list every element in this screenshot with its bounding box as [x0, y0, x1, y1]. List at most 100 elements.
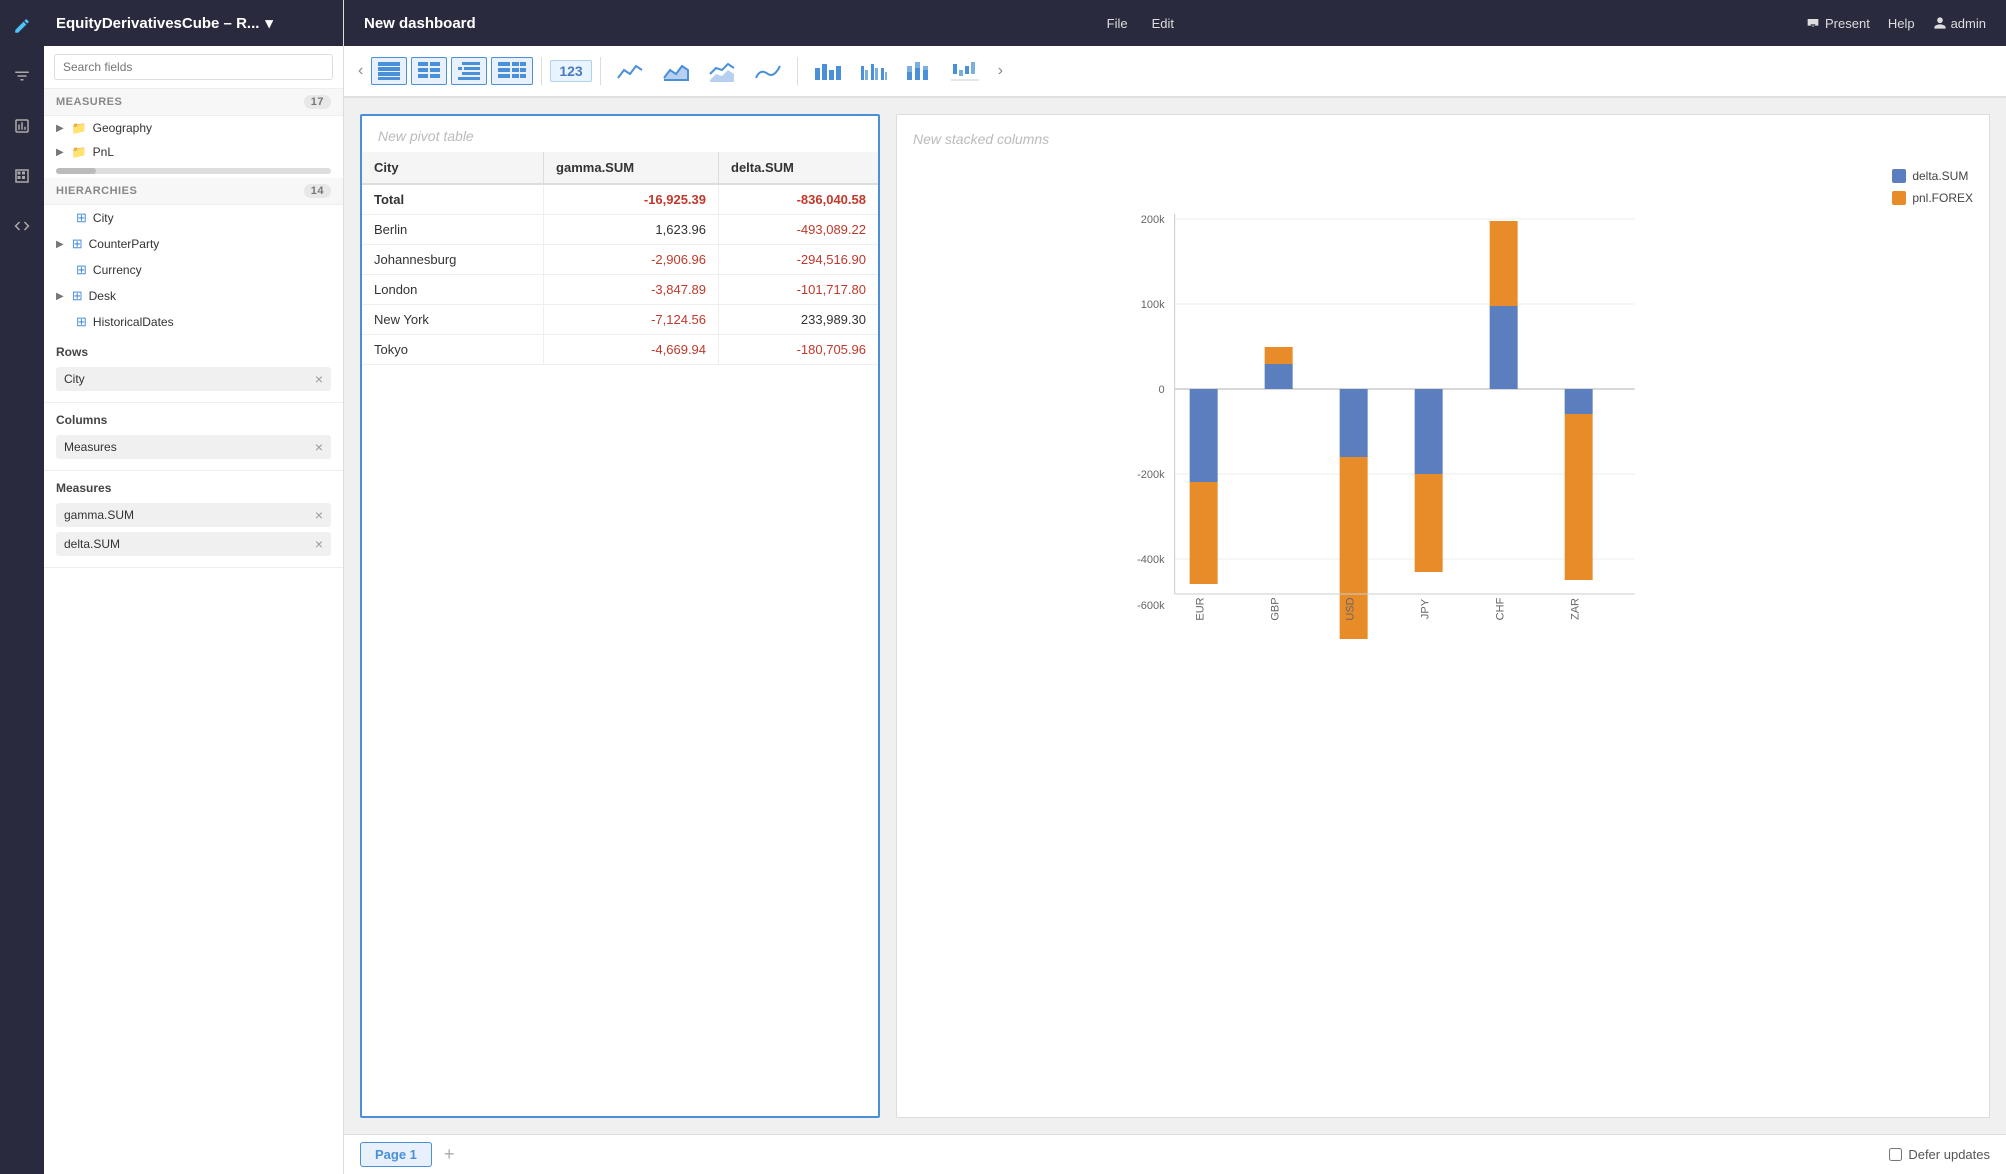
counterparty-label: CounterParty: [89, 237, 160, 251]
measures-chips-title: Measures: [56, 481, 331, 495]
legend-dot-delta: [1892, 169, 1906, 183]
area-chart-button[interactable]: [655, 55, 697, 87]
sidebar-item-historical[interactable]: ⊞ HistoricalDates: [44, 309, 343, 335]
pnl-label: PnL: [93, 145, 114, 159]
remove-delta-button[interactable]: ×: [315, 537, 323, 551]
table-row: London -3,847.89 -101,717.80: [362, 275, 878, 305]
waterfall-chart-button[interactable]: [944, 55, 986, 87]
chevron-down-icon: ▾: [265, 14, 273, 32]
hierarchy-icon: ⊞: [76, 262, 87, 278]
filter-icon[interactable]: [6, 60, 38, 92]
legend-item-delta: delta.SUM: [1892, 169, 1973, 183]
hierarchy-icon: ⊞: [72, 236, 83, 252]
hierarchies-section-header: HIERARCHIES 14: [44, 178, 343, 205]
cell-city: New York: [362, 305, 544, 335]
file-menu[interactable]: File: [1107, 16, 1128, 31]
icon-sidebar: [0, 0, 44, 1174]
present-button[interactable]: Present: [1805, 15, 1870, 31]
hierarchy-icon: ⊞: [76, 314, 87, 330]
svg-text:EUR: EUR: [1195, 597, 1207, 620]
add-page-button[interactable]: +: [436, 1142, 463, 1167]
expand-icon: ▶: [56, 123, 64, 134]
flat-table-button[interactable]: [371, 57, 407, 85]
remove-measures-col-button[interactable]: ×: [315, 440, 323, 454]
toolbar-nav-right[interactable]: ›: [994, 58, 1007, 84]
col-gamma: gamma.SUM: [544, 152, 719, 184]
columns-title: Columns: [56, 413, 331, 427]
chart-svg-area: 200k 100k 0 -200k -400k -600k EUR: [913, 159, 1876, 639]
smooth-line-button[interactable]: [747, 55, 789, 87]
svg-text:GBP: GBP: [1270, 597, 1282, 620]
cell-gamma: 1,623.96: [544, 215, 719, 245]
rows-title: Rows: [56, 345, 331, 359]
remove-gamma-button[interactable]: ×: [315, 508, 323, 522]
grouped-bar-button[interactable]: [852, 55, 894, 87]
page-1-tab[interactable]: Page 1: [360, 1142, 432, 1167]
delta-sum-chip: delta.SUM ×: [56, 532, 331, 556]
number-icon[interactable]: 123: [550, 60, 591, 82]
hierarchies-count: 14: [304, 184, 331, 198]
edit-menu[interactable]: Edit: [1152, 16, 1174, 31]
bar-chart-button[interactable]: [806, 55, 848, 87]
city-label: City: [93, 211, 114, 225]
stacked-bar-button[interactable]: [898, 55, 940, 87]
cell-gamma: -16,925.39: [544, 184, 719, 215]
columns-section: Columns Measures ×: [44, 403, 343, 471]
chart-legend: delta.SUM pnl.FOREX: [1892, 159, 1973, 205]
line-chart-button[interactable]: [609, 55, 651, 87]
sidebar-item-currency[interactable]: ⊞ Currency: [44, 257, 343, 283]
cell-gamma: -4,669.94: [544, 335, 719, 365]
pivot-table-button[interactable]: [491, 57, 533, 85]
expand-icon: ▶: [56, 291, 64, 302]
help-button[interactable]: Help: [1888, 16, 1915, 31]
stacked-area-button[interactable]: [701, 55, 743, 87]
cube-selector[interactable]: EquityDerivativesCube – R... ▾: [56, 14, 273, 32]
panel-header: EquityDerivativesCube – R... ▾: [44, 0, 343, 46]
legend-dot-forex: [1892, 191, 1906, 205]
toolbar-nav-left[interactable]: ‹: [354, 58, 367, 84]
sidebar-item-counterparty[interactable]: ▶ ⊞ CounterParty: [44, 231, 343, 257]
historical-label: HistoricalDates: [93, 315, 174, 329]
scrollbar-thumb[interactable]: [56, 168, 96, 174]
pencil-icon[interactable]: [6, 10, 38, 42]
table-row: New York -7,124.56 233,989.30: [362, 305, 878, 335]
measures-section-header: MEASURES 17: [44, 89, 343, 116]
admin-button[interactable]: admin: [1933, 16, 1986, 31]
search-input[interactable]: [54, 54, 333, 80]
svg-text:USD: USD: [1345, 597, 1357, 620]
legend-item-forex: pnl.FOREX: [1892, 191, 1973, 205]
svg-text:ZAR: ZAR: [1570, 598, 1582, 620]
table-row: Tokyo -4,669.94 -180,705.96: [362, 335, 878, 365]
table-icon[interactable]: [6, 160, 38, 192]
svg-text:-600k: -600k: [1137, 600, 1165, 612]
rows-chip-city: City ×: [56, 367, 331, 391]
hierarchy-icon: ⊞: [72, 288, 83, 304]
table-row: Johannesburg -2,906.96 -294,516.90: [362, 245, 878, 275]
expand-icon: ▶: [56, 147, 64, 158]
sidebar-item-desk[interactable]: ▶ ⊞ Desk: [44, 283, 343, 309]
cell-delta: -294,516.90: [719, 245, 878, 275]
remove-city-row-button[interactable]: ×: [315, 372, 323, 386]
defer-updates-checkbox[interactable]: [1889, 1148, 1902, 1161]
expand-icon: ▶: [56, 239, 64, 250]
main-area: New dashboard File Edit Present Help adm…: [344, 0, 2006, 1174]
folder-icon: 📁: [72, 121, 87, 135]
chip-label: City: [64, 372, 85, 386]
geography-label: Geography: [93, 121, 152, 135]
cell-city: Johannesburg: [362, 245, 544, 275]
toolbar-divider-1: [541, 57, 542, 85]
nav-right: Present Help admin: [1805, 15, 1986, 31]
pivot-table: City gamma.SUM delta.SUM Total -16,925.3…: [362, 152, 878, 365]
chart-icon[interactable]: [6, 110, 38, 142]
sidebar-item-geography[interactable]: ▶ 📁 Geography: [44, 116, 343, 140]
legend-label-forex: pnl.FOREX: [1912, 191, 1973, 205]
defer-updates-control: Defer updates: [1889, 1147, 1990, 1162]
sidebar-item-pnl[interactable]: ▶ 📁 PnL: [44, 140, 343, 164]
tree-table-button[interactable]: [451, 57, 487, 85]
measures-count: 17: [304, 95, 331, 109]
grid-table-button[interactable]: [411, 57, 447, 85]
code-icon[interactable]: [6, 210, 38, 242]
chart-container: 200k 100k 0 -200k -400k -600k EUR: [913, 159, 1973, 1101]
chart-panel: New stacked columns 200k 100k 0 -: [896, 114, 1990, 1118]
sidebar-item-city[interactable]: ⊞ City: [44, 205, 343, 231]
